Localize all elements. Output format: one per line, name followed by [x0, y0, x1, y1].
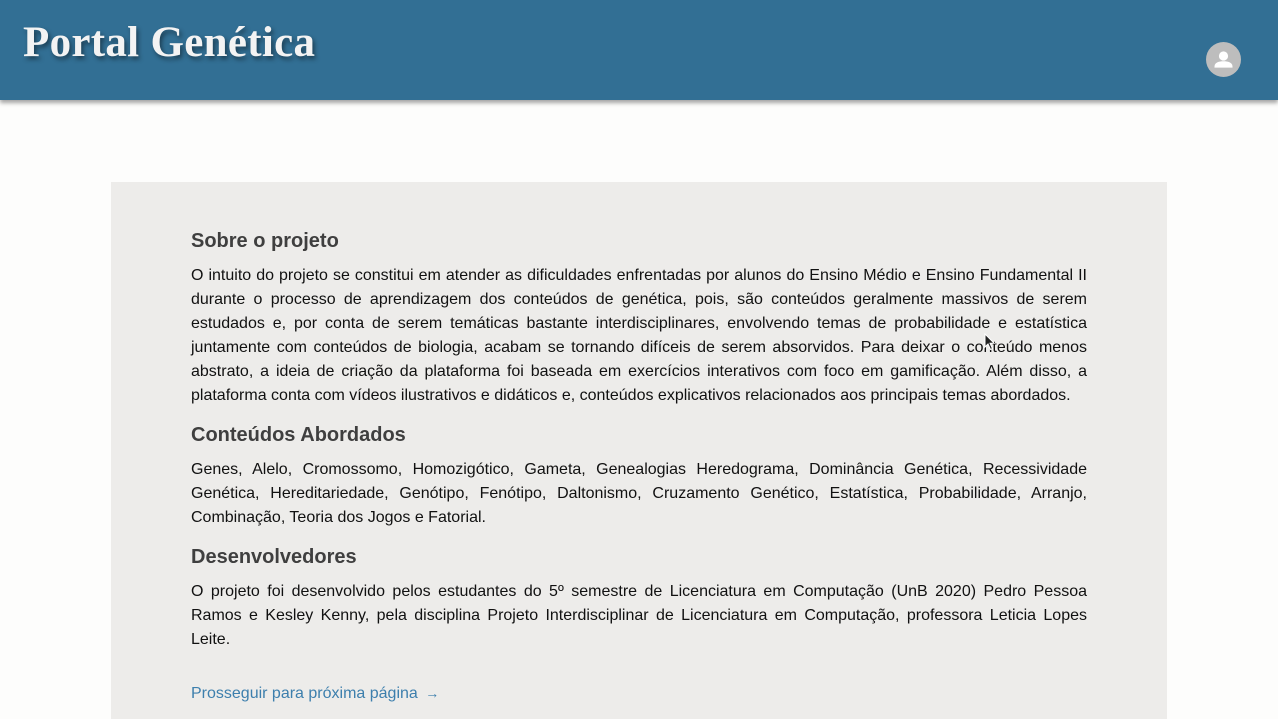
next-page-link-label: Prosseguir para próxima página	[191, 685, 418, 702]
topics-heading: Conteúdos Abordados	[191, 424, 406, 446]
content-card: Sobre o projeto O intuito do projeto se …	[111, 182, 1167, 719]
top-app-bar: Portal Genética	[0, 0, 1278, 100]
account-circle-icon[interactable]	[1206, 42, 1241, 77]
about-paragraph: O intuito do projeto se constitui em ate…	[191, 267, 1087, 404]
developers-paragraph: O projeto foi desenvolvido pelos estudan…	[191, 583, 1087, 648]
developers-heading: Desenvolvedores	[191, 546, 357, 568]
about-heading: Sobre o projeto	[191, 230, 339, 252]
content-body: Sobre o projeto O intuito do projeto se …	[191, 228, 1087, 706]
next-page-link[interactable]: Prosseguir para próxima página →	[191, 681, 439, 706]
site-title[interactable]: Portal Genética	[23, 18, 315, 68]
mouse-cursor-icon	[984, 333, 996, 351]
arrow-right-icon: →	[425, 685, 440, 701]
topics-paragraph: Genes, Alelo, Cromossomo, Homozigótico, …	[191, 461, 1087, 526]
